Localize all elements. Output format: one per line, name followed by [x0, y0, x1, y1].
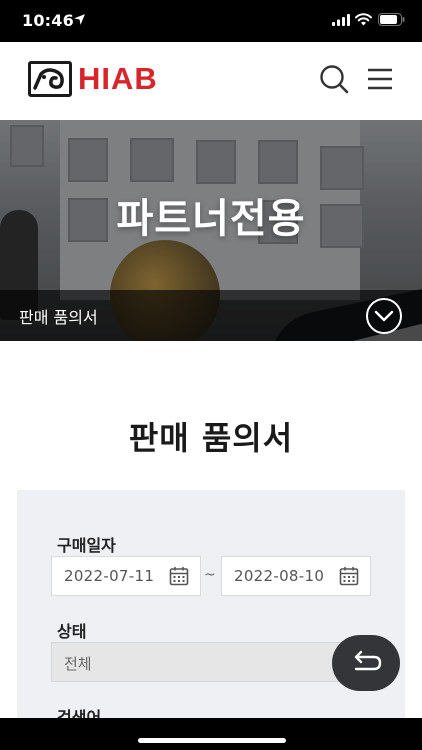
search-icon [320, 65, 349, 94]
home-indicator-area [0, 718, 422, 750]
location-arrow-icon [74, 14, 85, 25]
back-floating-button[interactable] [332, 635, 400, 691]
calendar-icon[interactable] [339, 566, 359, 586]
return-arrow-icon [354, 650, 382, 671]
ram-logo-icon [28, 61, 72, 97]
end-date-value: 2022-08-10 [234, 567, 325, 585]
search-filter-panel: 구매일자 2022-07-11 ~ 2022-08-10 상태 전체 [17, 490, 405, 730]
page-title: 판매 품의서 [128, 419, 294, 457]
end-date-field[interactable]: 2022-08-10 [221, 556, 371, 596]
hero-title: 파트너전용 [116, 196, 306, 242]
menu-button[interactable] [366, 66, 394, 92]
status-label: 상태 [57, 622, 87, 641]
start-date-field[interactable]: 2022-07-11 [51, 556, 201, 596]
site-header: HIAB [0, 42, 422, 120]
start-date-value: 2022-07-11 [64, 567, 155, 585]
hero-subnav-bar[interactable]: 판매 품의서 [0, 290, 422, 341]
chevron-down-icon [374, 310, 394, 322]
search-button[interactable] [318, 64, 352, 96]
status-bar: 10:46 [0, 0, 422, 42]
status-selected-value: 전체 [64, 655, 92, 673]
status-select[interactable]: 전체 [51, 642, 371, 682]
hero-subnav-label: 판매 품의서 [19, 308, 98, 327]
calendar-icon[interactable] [169, 566, 189, 586]
battery-icon [378, 13, 405, 26]
hamburger-menu-icon [368, 68, 392, 90]
hiab-logo[interactable]: HIAB [28, 60, 162, 98]
status-time: 10:46 [22, 11, 74, 30]
purchase-date-label: 구매일자 [57, 536, 116, 555]
subnav-toggle-button[interactable] [366, 298, 402, 334]
date-range-separator: ~ [204, 567, 216, 583]
cellular-signal-icon [332, 14, 350, 26]
hero-banner: 파트너전용 판매 품의서 [0, 120, 422, 341]
wifi-icon [355, 13, 372, 26]
home-indicator[interactable] [138, 738, 286, 743]
screen: 10:46 HIAB 파트너전용 판매 품의서 판매 품의서 구매일자 2022… [0, 0, 422, 750]
logo-text: HIAB [78, 61, 158, 96]
